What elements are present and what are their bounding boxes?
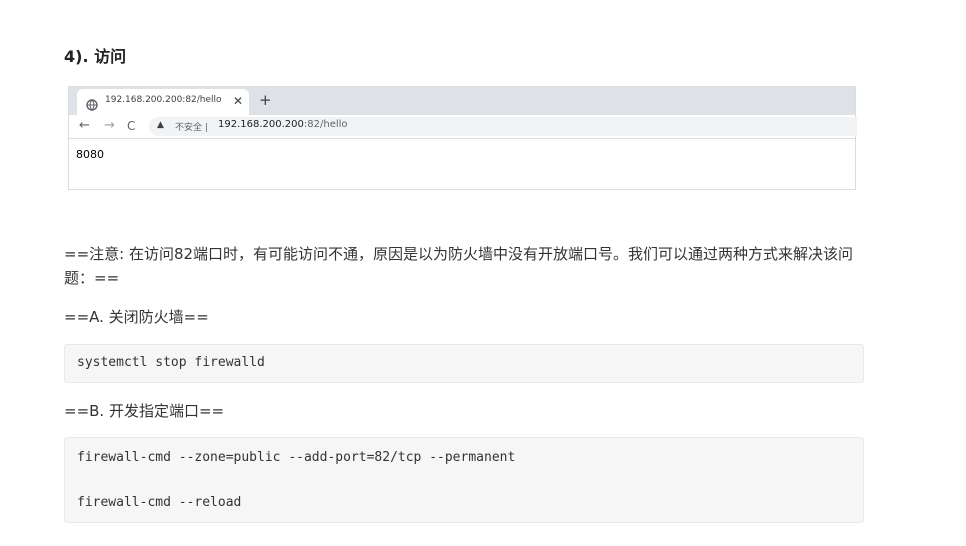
back-arrow-icon: ← bbox=[79, 118, 90, 133]
close-icon: ✕ bbox=[233, 94, 244, 108]
code-line: systemctl stop firewalld bbox=[77, 355, 265, 370]
option-a-paragraph: ==A. 关闭防火墙== bbox=[64, 308, 209, 326]
reload-icon: C bbox=[127, 119, 136, 133]
note-paragraph: ==注意: 在访问82端口时，有可能访问不通，原因是以为防火墙中没有开放端口号。… bbox=[64, 245, 854, 287]
browser-tabstrip: 192.168.200.200:82/hello ✕ + bbox=[69, 87, 855, 115]
option-b-paragraph: ==B. 开发指定端口== bbox=[64, 402, 225, 420]
forward-arrow-icon: → bbox=[104, 118, 115, 133]
address-bar: ▲ 不安全 | 192.168.200.200:82/hello bbox=[149, 117, 857, 136]
browser-toolbar: ← → C ▲ 不安全 | 192.168.200.200:82/hello bbox=[69, 115, 857, 139]
plus-icon: + bbox=[259, 91, 272, 109]
code-line: firewall-cmd --zone=public --add-port=82… bbox=[77, 450, 516, 465]
code-block-a[interactable]: systemctl stop firewalld bbox=[64, 344, 864, 383]
page-response-text: 8080 bbox=[76, 148, 104, 161]
warning-icon: ▲ bbox=[157, 120, 164, 130]
url-text: 192.168.200.200:82/hello bbox=[218, 119, 348, 130]
tab-title: 192.168.200.200:82/hello bbox=[105, 95, 222, 105]
url-path: :82/hello bbox=[303, 119, 348, 130]
globe-icon bbox=[86, 96, 98, 111]
browser-screenshot: 192.168.200.200:82/hello ✕ + ← → C ▲ 不安全… bbox=[68, 86, 857, 190]
browser-tab: 192.168.200.200:82/hello ✕ bbox=[77, 89, 249, 115]
section-heading: 4). 访问 bbox=[64, 47, 127, 66]
code-line: firewall-cmd --reload bbox=[77, 495, 242, 510]
insecure-label: 不安全 | bbox=[175, 123, 208, 133]
url-host: 192.168.200.200 bbox=[218, 119, 304, 130]
code-block-b[interactable]: firewall-cmd --zone=public --add-port=82… bbox=[64, 437, 864, 523]
